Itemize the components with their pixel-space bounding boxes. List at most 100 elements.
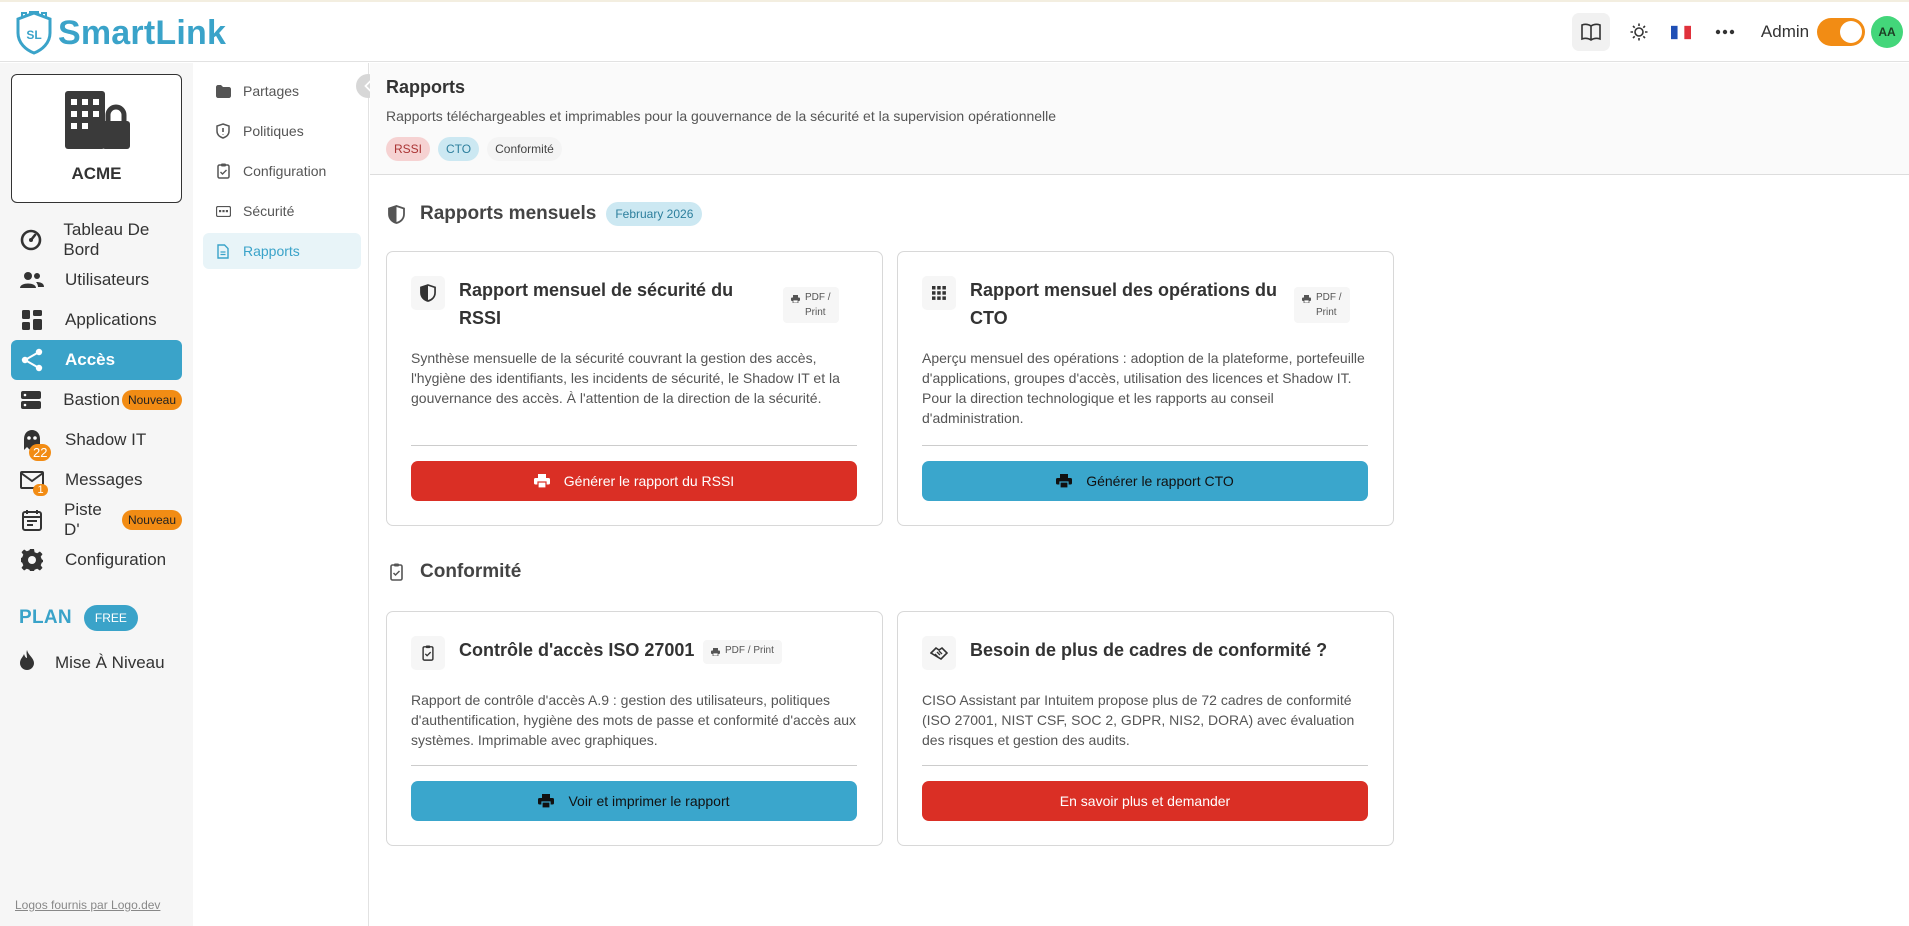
tag-rssi: RSSI <box>386 137 431 161</box>
button-label: En savoir plus et demander <box>1059 793 1231 809</box>
nav-item-bastion[interactable]: Bastion Nouveau <box>11 380 182 420</box>
nav-item-applications[interactable]: Applications <box>11 300 182 340</box>
tag-cto: CTO <box>438 137 480 161</box>
handshake-icon <box>930 646 948 660</box>
upgrade-label: Mise À Niveau <box>55 652 165 672</box>
subnav-item-shares[interactable]: Partages <box>203 73 361 109</box>
plan-label: PLAN <box>19 607 72 628</box>
section-title: Conformité <box>420 561 522 582</box>
upgrade-link[interactable]: Mise À Niveau <box>19 649 165 676</box>
generate-cto-report-button[interactable]: Générer le rapport CTO <box>922 461 1368 501</box>
audience-tags: RSSI CTO Conformité <box>386 137 562 161</box>
printer-icon <box>533 474 550 488</box>
language-button[interactable] <box>1661 2 1701 62</box>
nav-item-messages[interactable]: Messages 1 <box>11 460 182 500</box>
users-icon <box>20 272 44 288</box>
grid-icon <box>22 310 42 330</box>
plan-row: PLAN FREE <box>19 605 138 631</box>
printer-icon <box>538 794 555 808</box>
admin-mode-toggle[interactable] <box>1815 2 1867 62</box>
building-lock-icon <box>64 91 130 149</box>
nav-item-dashboard[interactable]: Tableau De Bord <box>11 220 182 260</box>
subnav-label: Configuration <box>243 163 327 179</box>
learn-more-request-button[interactable]: En savoir plus et demander <box>922 781 1368 821</box>
shield-half-icon <box>387 204 405 224</box>
subnav-item-configuration[interactable]: Configuration <box>203 153 361 189</box>
cto-report-card: Rapport mensuel des opérations du CTO PD… <box>897 251 1394 526</box>
page-subtitle: Rapports téléchargeables et imprimables … <box>386 108 1057 124</box>
top-bar: SL SmartLink Admin AA <box>0 0 1909 62</box>
grid-dots-icon <box>932 286 946 300</box>
shield-icon <box>216 123 230 139</box>
new-badge: Nouveau <box>121 390 182 410</box>
organization-card[interactable]: ACME <box>11 74 182 203</box>
folder-icon <box>215 84 231 98</box>
book-icon <box>1581 23 1601 41</box>
printer-icon <box>1056 474 1073 488</box>
subnav-label: Partages <box>243 83 300 99</box>
nav-item-access[interactable]: Accès <box>11 340 182 380</box>
button-label: Générer le rapport du RSSI <box>563 473 735 489</box>
clipboard-check-icon <box>422 645 434 661</box>
nav-label: Piste D' <box>64 500 102 539</box>
main-sidebar: ACME Tableau De Bord Utilisateurs Applic… <box>0 63 193 926</box>
format-badge: PDF / Print <box>783 287 839 323</box>
card-title: Rapport mensuel de sécurité du RSSI <box>459 280 734 328</box>
svg-text:SL: SL <box>26 28 41 42</box>
organization-name: ACME <box>71 164 122 183</box>
page-title: Rapports <box>386 77 466 97</box>
card-divider <box>411 765 857 766</box>
messages-count-badge: 1 <box>33 484 48 496</box>
card-title: Besoin de plus de cadres de conformité ? <box>970 640 1328 660</box>
docs-button[interactable] <box>1571 2 1611 62</box>
logos-credit-link[interactable]: Logos fournis par Logo.dev <box>15 898 160 912</box>
new-badge: Nouveau <box>121 510 182 530</box>
app-logo[interactable]: SL SmartLink <box>14 11 226 55</box>
gauge-icon <box>20 229 42 251</box>
french-flag-icon <box>1671 25 1691 39</box>
share-icon <box>21 348 43 372</box>
main-content: Rapports Rapports téléchargeables et imp… <box>370 63 1909 926</box>
section-title: Rapports mensuels <box>420 203 597 224</box>
generate-rssi-report-button[interactable]: Générer le rapport du RSSI <box>411 461 857 501</box>
more-menu-button[interactable] <box>1705 2 1745 62</box>
section-compliance: Conformité <box>386 561 521 583</box>
sun-icon <box>1630 23 1648 41</box>
card-divider <box>922 445 1368 446</box>
subnav-item-policies[interactable]: Politiques <box>203 113 361 149</box>
flame-icon <box>20 650 34 670</box>
subnav-label: Sécurité <box>243 203 295 219</box>
theme-toggle-button[interactable] <box>1619 2 1659 62</box>
card-icon <box>922 276 956 310</box>
page-header: Rapports Rapports téléchargeables et imp… <box>370 63 1909 175</box>
nav-label: Utilisateurs <box>65 270 150 289</box>
view-print-iso-report-button[interactable]: Voir et imprimer le rapport <box>411 781 857 821</box>
card-title: Rapport mensuel des opérations du CTO <box>970 280 1278 328</box>
nav-item-audit-trail[interactable]: Piste D' Nouveau <box>11 500 182 540</box>
section-monthly-reports: Rapports mensuels February 2026 <box>386 202 703 226</box>
clipboard-check-icon <box>389 563 403 581</box>
subnav-item-reports[interactable]: Rapports <box>203 233 361 269</box>
nav-item-configuration[interactable]: Configuration <box>11 540 182 580</box>
nav-label: Bastion <box>63 390 120 409</box>
card-description: Rapport de contrôle d'accès A.9 : gestio… <box>411 692 857 748</box>
nav-label: Configuration <box>65 550 167 569</box>
iso-27001-card: Contrôle d'accès ISO 27001 PDF / Print R… <box>386 611 883 846</box>
subnav-item-security[interactable]: Sécurité <box>203 193 361 229</box>
user-avatar[interactable]: AA <box>1869 2 1905 62</box>
server-icon <box>21 391 42 409</box>
button-label: Voir et imprimer le rapport <box>568 793 730 809</box>
nav-item-shadow-it[interactable]: Shadow IT 22 <box>11 420 182 461</box>
subnav-label: Politiques <box>243 123 304 139</box>
nav-label: Messages <box>65 470 143 489</box>
subnav-label: Rapports <box>243 243 300 259</box>
rssi-report-card: Rapport mensuel de sécurité du RSSI PDF … <box>386 251 883 526</box>
shadow-it-count-badge: 22 <box>29 444 52 461</box>
card-divider <box>922 765 1368 766</box>
format-badge: PDF / Print <box>1294 287 1350 323</box>
shield-logo-icon: SL <box>16 11 52 55</box>
card-icon <box>411 636 445 670</box>
nav-label: Applications <box>65 310 157 329</box>
report-period-badge: February 2026 <box>606 202 703 226</box>
nav-item-users[interactable]: Utilisateurs <box>11 260 182 300</box>
